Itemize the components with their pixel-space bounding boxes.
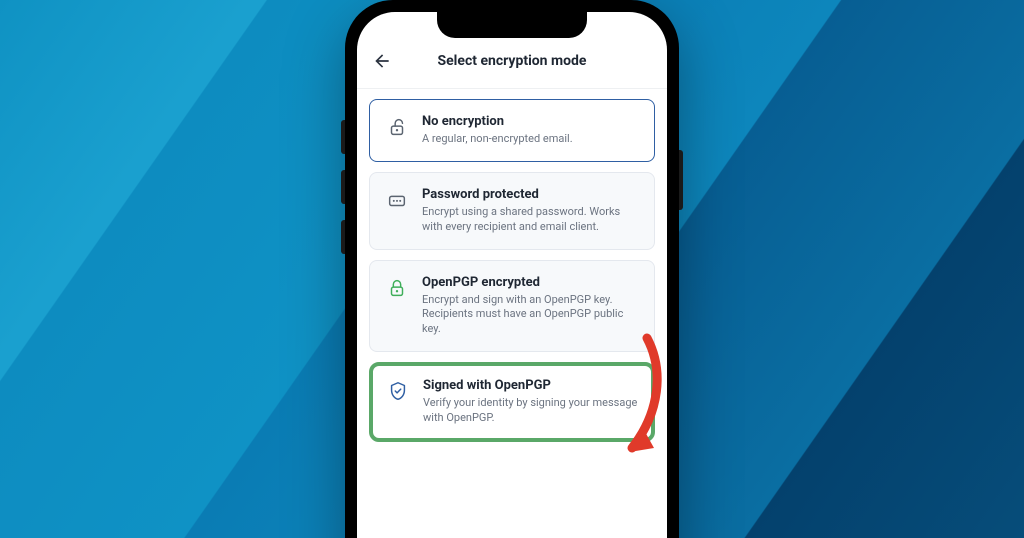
lock-green-icon (384, 277, 410, 299)
option-signed-openpgp[interactable]: Signed with OpenPGP Verify your identity… (369, 362, 655, 442)
option-text: No encryption A regular, non-encrypted e… (422, 114, 640, 147)
option-title: Password protected (422, 187, 640, 202)
option-text: Password protected Encrypt using a share… (422, 187, 640, 235)
option-password-protected[interactable]: Password protected Encrypt using a share… (369, 172, 655, 250)
phone-screen: Select encryption mode No encryption A (357, 12, 667, 538)
option-title: No encryption (422, 114, 640, 129)
password-icon (384, 189, 410, 211)
option-description: Encrypt and sign with an OpenPGP key. Re… (422, 293, 640, 338)
encryption-options-list: No encryption A regular, non-encrypted e… (357, 89, 667, 442)
option-no-encryption[interactable]: No encryption A regular, non-encrypted e… (369, 99, 655, 162)
option-openpgp-encrypted[interactable]: OpenPGP encrypted Encrypt and sign with … (369, 260, 655, 353)
option-text: OpenPGP encrypted Encrypt and sign with … (422, 275, 640, 338)
page-title: Select encryption mode (371, 53, 653, 69)
phone-frame: Select encryption mode No encryption A (345, 0, 679, 538)
stage-background: Select encryption mode No encryption A (0, 0, 1024, 538)
option-title: OpenPGP encrypted (422, 275, 640, 290)
option-title: Signed with OpenPGP (423, 378, 639, 393)
phone-notch (437, 12, 587, 38)
unlock-icon (384, 116, 410, 138)
option-description: A regular, non-encrypted email. (422, 132, 640, 147)
option-description: Encrypt using a shared password. Works w… (422, 205, 640, 235)
option-text: Signed with OpenPGP Verify your identity… (423, 378, 639, 426)
shield-check-icon (385, 380, 411, 402)
option-description: Verify your identity by signing your mes… (423, 396, 639, 426)
